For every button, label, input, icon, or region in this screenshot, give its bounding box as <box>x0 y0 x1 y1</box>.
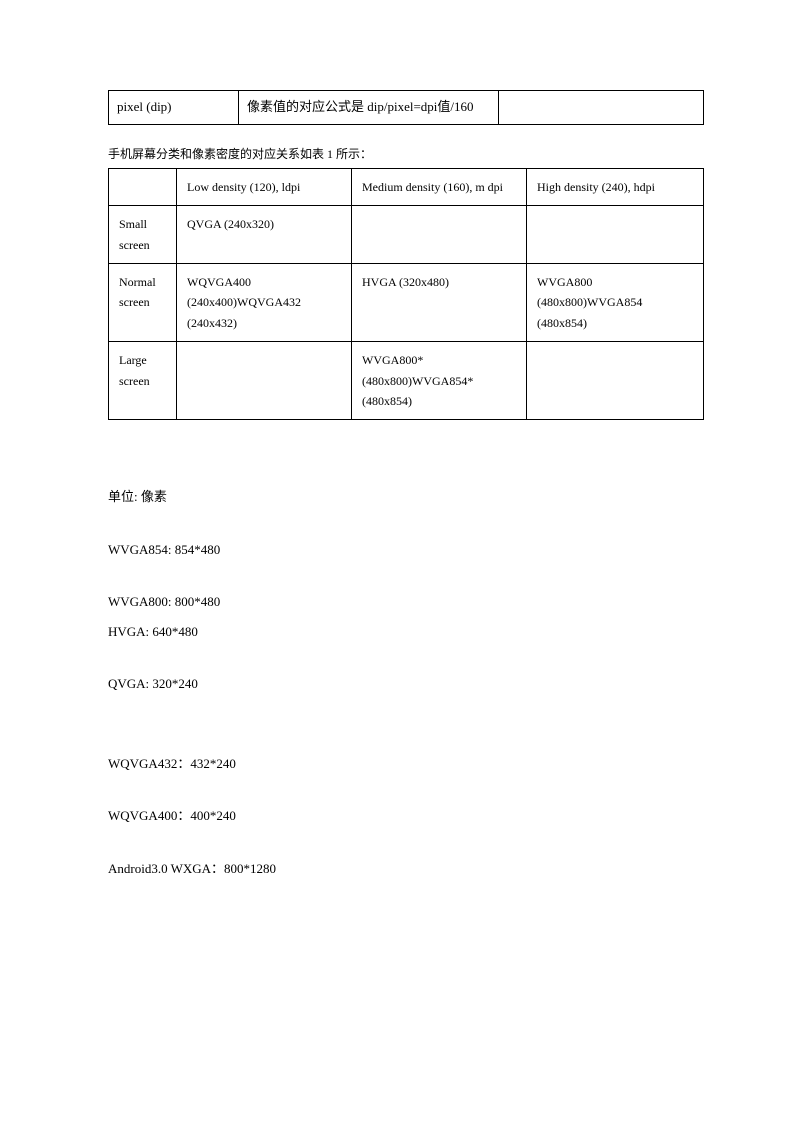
cell-empty <box>499 91 704 125</box>
header-hdpi: High density (240), hdpi <box>527 168 704 205</box>
row-label-small: Small screen <box>109 206 177 264</box>
definition-table: pixel (dip) 像素值的对应公式是 dip/pixel=dpi值/160 <box>108 90 704 125</box>
resolution-line: WVGA800: 800*480 <box>108 593 704 611</box>
table-row: Large screen WVGA800* (480x800)WVGA854* … <box>109 342 704 420</box>
cell <box>527 342 704 420</box>
cell: QVGA (240x320) <box>177 206 352 264</box>
table-caption: 手机屏幕分类和像素密度的对应关系如表 1 所示： <box>108 145 704 162</box>
density-table: Low density (120), ldpi Medium density (… <box>108 168 704 421</box>
header-mdpi: Medium density (160), m dpi <box>352 168 527 205</box>
table-row: pixel (dip) 像素值的对应公式是 dip/pixel=dpi值/160 <box>109 91 704 125</box>
resolution-line: QVGA: 320*240 <box>108 675 704 693</box>
resolution-line: Android3.0 WXGA：800*1280 <box>108 860 704 878</box>
header-ldpi: Low density (120), ldpi <box>177 168 352 205</box>
cell: WVGA800 (480x800)WVGA854 (480x854) <box>527 263 704 341</box>
header-row: Low density (120), ldpi Medium density (… <box>109 168 704 205</box>
row-label-normal: Normal screen <box>109 263 177 341</box>
resolution-line: HVGA: 640*480 <box>108 623 704 641</box>
cell: WVGA800* (480x800)WVGA854* (480x854) <box>352 342 527 420</box>
resolution-line: WQVGA400：400*240 <box>108 807 704 825</box>
resolution-line: WVGA854: 854*480 <box>108 541 704 559</box>
cell: WQVGA400 (240x400)WQVGA432 (240x432) <box>177 263 352 341</box>
resolution-line: WQVGA432：432*240 <box>108 755 704 773</box>
cell-formula: 像素值的对应公式是 dip/pixel=dpi值/160 <box>239 91 499 125</box>
cell-pixel-dip: pixel (dip) <box>109 91 239 125</box>
cell <box>527 206 704 264</box>
unit-label: 单位: 像素 <box>108 488 704 506</box>
body-text: 单位: 像素 WVGA854: 854*480 WVGA800: 800*480… <box>108 460 704 878</box>
cell <box>352 206 527 264</box>
row-label-large: Large screen <box>109 342 177 420</box>
cell: HVGA (320x480) <box>352 263 527 341</box>
table-row: Small screen QVGA (240x320) <box>109 206 704 264</box>
header-empty <box>109 168 177 205</box>
cell <box>177 342 352 420</box>
table-row: Normal screen WQVGA400 (240x400)WQVGA432… <box>109 263 704 341</box>
